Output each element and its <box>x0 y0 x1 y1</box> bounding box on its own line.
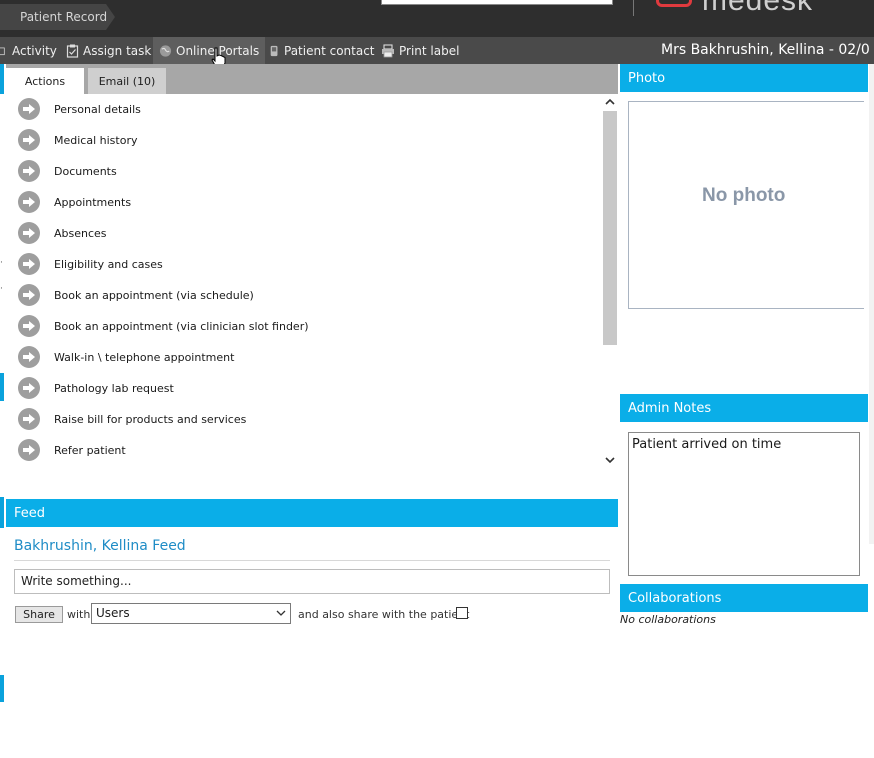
list-item-label: Walk-in \ telephone appointment <box>54 350 235 364</box>
left-accent <box>0 497 4 528</box>
list-item-label: Refer patient <box>54 443 126 457</box>
list-item[interactable]: Documents <box>18 160 117 182</box>
share-target-value: Users <box>96 606 130 620</box>
arrow-right-icon <box>18 377 40 399</box>
chevron-down-icon <box>276 610 286 616</box>
globe-icon <box>159 44 172 57</box>
list-item[interactable]: Absences <box>18 222 107 244</box>
arrow-right-icon <box>18 408 40 430</box>
list-item[interactable]: Raise bill for products and services <box>18 408 246 430</box>
actions-list: Personal details Medical history Documen… <box>6 94 618 474</box>
assign-task-button[interactable]: Assign task <box>66 37 151 64</box>
tab-email-label: Email (10) <box>98 74 156 88</box>
arrow-right-icon <box>18 346 40 368</box>
list-item[interactable]: Pathology lab request <box>18 377 174 399</box>
patient-toolbar: Activity Assign task Online Portals Pati… <box>0 37 874 68</box>
logo: medesk <box>702 0 814 17</box>
photo-header-label: Photo <box>628 70 666 86</box>
phone-icon <box>270 45 278 56</box>
printer-icon <box>382 43 394 57</box>
scroll-up-icon[interactable] <box>605 97 615 107</box>
scroll-down-icon[interactable] <box>605 455 615 465</box>
tab-bar: Actions Email (10) <box>6 64 618 94</box>
list-item[interactable]: Book an appointment (via schedule) <box>18 284 254 306</box>
breadcrumb-label: Patient Record <box>20 10 108 24</box>
feed-post-input[interactable]: Write something... <box>14 569 610 594</box>
arrow-right-icon <box>18 439 40 461</box>
list-item-label: Personal details <box>54 102 141 116</box>
tab-actions-label: Actions <box>24 74 66 88</box>
left-accent <box>0 373 4 401</box>
global-search-input[interactable] <box>381 0 613 5</box>
feed-title: Bakhrushin, Kellina Feed <box>14 538 186 554</box>
list-item-label: Appointments <box>54 195 132 209</box>
list-item[interactable]: Refer patient <box>18 439 126 461</box>
list-item-label: Eligibility and cases <box>54 257 163 271</box>
divider <box>14 560 610 561</box>
admin-notes-field[interactable]: Patient arrived on time <box>628 432 860 576</box>
arrow-right-icon <box>18 253 40 275</box>
list-item-label: Raise bill for products and services <box>54 412 247 426</box>
divider <box>633 0 634 16</box>
list-item[interactable]: Personal details <box>18 98 141 120</box>
admin-notes-header: Admin Notes <box>620 394 868 422</box>
activity-icon <box>0 47 5 55</box>
list-item-label: Book an appointment (via clinician slot … <box>54 319 309 333</box>
tab-email[interactable]: Email (10) <box>88 68 166 94</box>
photo-header: Photo <box>620 64 868 92</box>
list-item[interactable]: Book an appointment (via clinician slot … <box>18 315 309 337</box>
share-button[interactable]: Share <box>15 606 63 623</box>
arrow-right-icon <box>18 160 40 182</box>
print-label-label: Print label <box>399 43 460 58</box>
patient-contact-label: Patient contact <box>284 43 375 58</box>
collaborations-header-label: Collaborations <box>628 590 722 606</box>
list-item-label: Documents <box>54 164 117 178</box>
activity-label: Activity <box>12 43 57 58</box>
logo-icon <box>656 0 692 7</box>
collaborations-header: Collaborations <box>620 584 868 612</box>
top-bar: Patient Record medesk <box>0 0 874 37</box>
arrow-right-icon <box>18 191 40 213</box>
collaborations-empty: No collaborations <box>620 613 716 626</box>
share-with-patient-checkbox[interactable] <box>456 607 468 619</box>
arrow-right-icon <box>18 284 40 306</box>
share-target-select[interactable]: Users <box>91 603 291 624</box>
edge-mark: · <box>0 284 3 294</box>
print-label-button[interactable]: Print label <box>381 37 459 64</box>
list-item-label: Medical history <box>54 133 138 147</box>
left-accent <box>0 675 4 702</box>
admin-notes-header-label: Admin Notes <box>628 400 712 416</box>
share-with-patient-label: and also share with the patient <box>298 608 470 621</box>
left-accent <box>0 64 4 94</box>
no-photo-placeholder: No photo <box>702 185 786 206</box>
tab-actions[interactable]: Actions <box>6 68 84 94</box>
scrollbar[interactable] <box>603 111 617 345</box>
arrow-right-icon <box>18 98 40 120</box>
feed-header: Feed <box>6 499 618 527</box>
share-with-label: with <box>67 608 91 621</box>
list-item-label: Book an appointment (via schedule) <box>54 288 254 302</box>
clipboard-icon <box>66 44 79 58</box>
breadcrumb[interactable]: Patient Record <box>0 4 118 30</box>
assign-task-label: Assign task <box>83 43 152 58</box>
arrow-right-icon <box>18 315 40 337</box>
patient-name: Mrs Bakhrushin, Kellina - 02/0 <box>661 42 870 58</box>
list-item-label: Absences <box>54 226 107 240</box>
arrow-right-icon <box>18 129 40 151</box>
list-item[interactable]: Medical history <box>18 129 137 151</box>
list-item[interactable]: Appointments <box>18 191 131 213</box>
patient-contact-button[interactable]: Patient contact <box>269 37 375 64</box>
activity-button[interactable]: Activity <box>0 37 57 64</box>
list-item[interactable]: Eligibility and cases <box>18 253 163 275</box>
window-edge <box>869 64 874 544</box>
arrow-right-icon <box>18 222 40 244</box>
list-item-label: Pathology lab request <box>54 381 174 395</box>
edge-mark: · <box>0 258 3 268</box>
list-item[interactable]: Walk-in \ telephone appointment <box>18 346 234 368</box>
feed-header-label: Feed <box>14 505 46 521</box>
